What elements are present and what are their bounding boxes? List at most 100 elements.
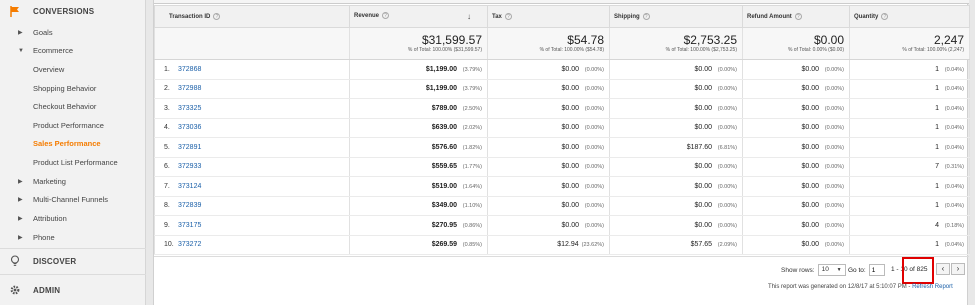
revenue-cell: $269.59 (0.85%) xyxy=(349,235,488,255)
help-icon[interactable]: ? xyxy=(642,13,650,20)
cell-value: $0.00 xyxy=(801,85,819,93)
sidebar-item-attribution[interactable]: ▶ Attribution xyxy=(0,210,146,227)
cell-percent: (0.00%) xyxy=(824,144,844,151)
cell-percent: (0.04%) xyxy=(944,144,964,151)
cell-value: $0.00 xyxy=(801,163,819,171)
transaction-id-link[interactable]: 373124 xyxy=(178,183,201,190)
cell-percent: (0.00%) xyxy=(824,86,844,93)
sidebar-item-marketing[interactable]: ▶ Marketing xyxy=(0,173,146,190)
cell-value: $0.00 xyxy=(561,104,579,112)
refund-cell: $0.00 (0.00%) xyxy=(742,176,850,197)
transaction-id-link[interactable]: 372988 xyxy=(178,85,201,92)
column-header-quantity[interactable]: Quantity? xyxy=(849,5,970,28)
sidebar-item-overview[interactable]: Overview xyxy=(0,61,146,78)
goto-page-input[interactable] xyxy=(868,264,885,276)
cell-value: $0.00 xyxy=(561,85,579,93)
transaction-id-link[interactable]: 373036 xyxy=(178,124,201,131)
revenue-cell: $789.00 (2.50%) xyxy=(349,98,488,119)
cell-percent: (1.82%) xyxy=(462,144,482,151)
cell-value: 1 xyxy=(935,241,939,249)
sidebar-item-multi-channel-funnels[interactable]: ▶ Multi-Channel Funnels xyxy=(0,191,146,208)
cell-value: $0.00 xyxy=(801,65,819,73)
cell-value: $639.00 xyxy=(431,124,457,132)
row-number: 2. xyxy=(164,85,170,93)
tax-cell: $0.00 (0.00%) xyxy=(487,79,610,99)
help-icon[interactable]: ? xyxy=(881,13,889,20)
goto-control: Go to: xyxy=(848,264,885,276)
cell-percent: (2.50%) xyxy=(462,105,482,112)
show-rows-select[interactable]: 10 ▼ xyxy=(817,264,846,276)
expand-arrow-icon: ▶ xyxy=(18,179,23,185)
transaction-id-link[interactable]: 372839 xyxy=(178,202,201,209)
cell-value: $0.00 xyxy=(561,124,579,132)
cell-percent: (0.04%) xyxy=(944,203,964,210)
show-rows-value: 10 xyxy=(821,266,829,273)
sidebar-item-shopping-behavior[interactable]: Shopping Behavior xyxy=(0,80,146,97)
sidebar-item-sales-performance[interactable]: Sales Performance xyxy=(0,135,146,152)
cell-percent: (0.00%) xyxy=(717,125,737,132)
cell-value: 1 xyxy=(935,143,939,151)
sidebar-section-label: DISCOVER xyxy=(33,256,77,266)
cell-value: $0.00 xyxy=(694,182,712,190)
next-page-button[interactable]: › xyxy=(951,263,965,275)
cell-percent: (0.04%) xyxy=(944,242,964,249)
sidebar-item-ecommerce[interactable]: ▼ Ecommerce xyxy=(0,42,146,59)
cell-percent: (0.04%) xyxy=(944,105,964,112)
previous-page-button[interactable]: ‹ xyxy=(936,263,950,275)
shipping-cell: $0.00 (0.00%) xyxy=(609,118,743,138)
row-number: 5. xyxy=(164,143,170,151)
refund-cell: $0.00 (0.00%) xyxy=(742,196,850,216)
help-icon[interactable]: ? xyxy=(382,12,390,19)
tax-cell: $0.00 (0.00%) xyxy=(487,137,610,158)
sidebar-section-discover[interactable]: DISCOVER xyxy=(0,250,146,272)
sidebar-item-checkout-behavior[interactable]: Checkout Behavior xyxy=(0,98,146,115)
table-row: 1. 372868 $1,199.00 (3.79%) $0.00 (0.00%) $0.0… xyxy=(154,59,970,80)
column-header-shipping[interactable]: Shipping? xyxy=(609,5,743,28)
help-icon[interactable]: ? xyxy=(213,13,221,20)
tax-cell: $12.94 (23.62%) xyxy=(487,235,610,255)
shipping-cell: $57.65 (2.09%) xyxy=(609,235,743,255)
column-header-transaction-id[interactable]: Transaction ID? xyxy=(154,5,350,28)
column-header-tax[interactable]: Tax? xyxy=(487,5,610,28)
transaction-id-link[interactable]: 372868 xyxy=(178,66,201,73)
transaction-id-link[interactable]: 373272 xyxy=(178,241,201,248)
cell-value: $269.59 xyxy=(431,241,457,249)
sidebar-section-conversions[interactable]: CONVERSIONS xyxy=(0,0,146,22)
cell-value: $0.00 xyxy=(801,241,819,249)
goto-label: Go to: xyxy=(848,266,866,274)
transaction-id-link[interactable]: 373325 xyxy=(178,105,201,112)
refresh-report-link[interactable]: Refresh Report xyxy=(912,284,953,290)
table-row: 3. 373325 $789.00 (2.50%) $0.00 (0.00%) $0.00 (… xyxy=(154,98,970,119)
cell-value: 1 xyxy=(935,124,939,132)
transaction-id-link[interactable]: 372891 xyxy=(178,144,201,151)
transaction-id-link[interactable]: 373175 xyxy=(178,222,201,229)
sidebar-item-product-list-performance[interactable]: Product List Performance xyxy=(0,154,146,171)
sort-descending-icon[interactable]: ↓ xyxy=(467,12,471,21)
shipping-cell: $0.00 (0.00%) xyxy=(609,59,743,80)
sidebar-section-admin[interactable]: ADMIN xyxy=(0,279,146,301)
highlight-box xyxy=(902,257,934,284)
column-header-revenue[interactable]: Revenue? ↓ xyxy=(349,5,488,28)
quantity-cell: 1 (0.04%) xyxy=(849,235,970,255)
cell-percent: (0.00%) xyxy=(717,105,737,112)
help-icon[interactable]: ? xyxy=(504,13,512,20)
transaction-cell: 10. 373272 xyxy=(154,235,350,255)
sidebar-item-product-performance[interactable]: Product Performance xyxy=(0,117,146,134)
tax-cell: $0.00 (0.00%) xyxy=(487,196,610,216)
cell-value: $349.00 xyxy=(431,202,457,210)
cell-percent: (3.79%) xyxy=(462,66,482,73)
gear-icon xyxy=(9,284,21,296)
show-rows-control: Show rows: 10 ▼ xyxy=(781,264,846,276)
sidebar-item-phone[interactable]: ▶ Phone xyxy=(0,229,146,246)
sidebar-divider xyxy=(0,248,146,249)
total-percent: % of Total: 0.00% ($0.00) xyxy=(787,46,844,53)
sidebar-item-goals[interactable]: ▶ Goals xyxy=(0,24,146,41)
cell-percent: (0.00%) xyxy=(824,242,844,249)
help-icon[interactable]: ? xyxy=(794,13,802,20)
quantity-cell: 1 (0.04%) xyxy=(849,79,970,99)
column-header-refund-amount[interactable]: Refund Amount? xyxy=(742,5,850,28)
column-header-label: Shipping xyxy=(614,14,640,20)
cell-percent: (0.00%) xyxy=(584,203,604,210)
table-header-row: Transaction ID? Revenue? ↓ Tax? Shipping?… xyxy=(154,5,970,28)
transaction-id-link[interactable]: 372933 xyxy=(178,163,201,170)
